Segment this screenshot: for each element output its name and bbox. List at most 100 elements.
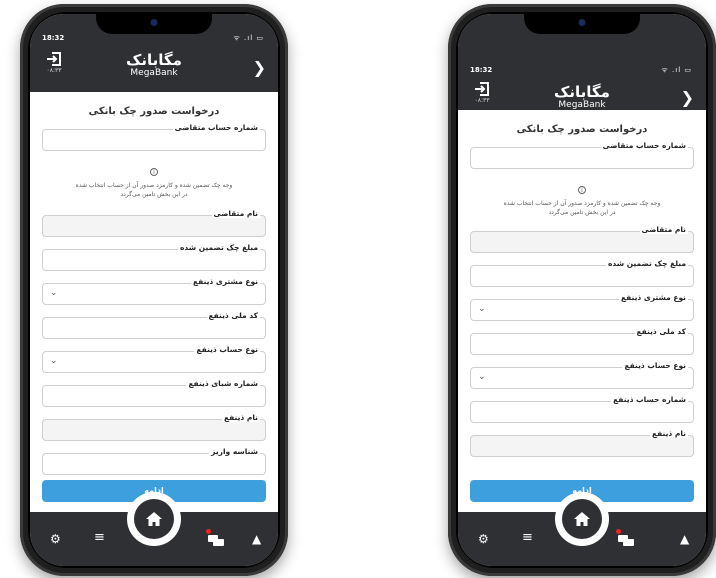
settings-icon[interactable]: ⚙ — [50, 532, 61, 546]
beneficiary-name-input — [42, 419, 266, 441]
field-label: کد ملی ذینفع — [206, 311, 260, 320]
settings-icon[interactable]: ⚙ — [478, 532, 489, 546]
status-time: 18:32 — [42, 34, 65, 42]
page-title: درخواست صدور چک بانکی — [88, 106, 220, 117]
info-note: i وجه چک تضمین شده و کارمزد صدور آن از ح… — [42, 159, 266, 199]
home-icon — [146, 512, 162, 526]
chevron-down-icon: ⌄ — [478, 372, 486, 382]
support-icon[interactable]: ▲ — [252, 532, 261, 546]
back-button[interactable]: ❯ — [681, 88, 694, 107]
field-label: شناسه واریز — [209, 447, 260, 456]
national-code-input[interactable] — [470, 333, 694, 355]
phone-bezel: 18:32 ᯤ .ıl ▭ ۰۸:۳۳ مگابانک MegaBank ❯ د… — [456, 12, 708, 568]
camera-icon — [578, 19, 586, 26]
applicant-name-input — [470, 231, 694, 253]
chevron-down-icon: ⌄ — [50, 356, 58, 366]
info-icon: i — [578, 186, 586, 194]
beneficiary-account-type-select[interactable]: ⌄ — [470, 367, 694, 389]
field-label: مبلغ چک تضمین شده — [606, 259, 688, 268]
field-label: شماره شبای ذینفع — [186, 379, 260, 388]
info-text-1: وجه چک تضمین شده و کارمزد صدور آن از حسا… — [75, 182, 233, 189]
home-button[interactable] — [134, 499, 174, 539]
field-label: شماره حساب متقاضی — [600, 141, 688, 150]
camera-icon — [150, 19, 158, 26]
support-icon[interactable]: ▲ — [680, 532, 689, 546]
beneficiary-type-field[interactable]: نوع مشتری ذینفع ⌄ — [470, 293, 694, 321]
field-label: نام ذینفع — [650, 429, 688, 438]
applicant-name-field[interactable]: نام متقاضی — [470, 225, 694, 253]
beneficiary-name-field[interactable]: نام ذینفع — [470, 429, 694, 457]
menu-icon[interactable]: ≡ — [94, 530, 105, 545]
field-label: نام ذینفع — [222, 413, 260, 422]
messages-icon[interactable] — [618, 532, 634, 551]
field-label: نوع مشتری ذینفع — [191, 277, 260, 286]
menu-icon[interactable]: ≡ — [522, 530, 533, 545]
home-button[interactable] — [562, 499, 602, 539]
field-label: کد ملی ذینفع — [634, 327, 688, 336]
chevron-down-icon: ⌄ — [478, 304, 486, 314]
beneficiary-account-field[interactable]: شماره حساب ذینفع — [470, 395, 694, 423]
amount-field[interactable]: مبلغ چک تضمین شده — [42, 243, 266, 271]
info-text-2: در این بخش تامین می‌گردد — [548, 209, 616, 216]
notification-badge — [206, 529, 211, 534]
brand-name-en: MegaBank — [558, 100, 606, 110]
deposit-id-field[interactable]: شناسه واریز — [42, 447, 266, 475]
info-text-2: در این بخش تامین می‌گردد — [120, 191, 188, 198]
deposit-id-input[interactable] — [42, 453, 266, 475]
brand-logo: مگابانک MegaBank — [458, 84, 706, 110]
applicant-account-input[interactable] — [42, 129, 266, 151]
app-screen: 18:32 ᯤ .ıl ▭ ۰۸:۳۳ مگابانک MegaBank ❯ د… — [458, 14, 706, 566]
info-icon: i — [150, 168, 158, 176]
amount-input[interactable] — [42, 249, 266, 271]
brand-name-fa: مگابانک — [126, 51, 182, 69]
chevron-right-icon: ❯ — [680, 88, 694, 107]
field-label: نوع حساب ذینفع — [194, 345, 260, 354]
beneficiary-account-type-field[interactable]: نوع حساب ذینفع ⌄ — [42, 345, 266, 373]
page-title: درخواست صدور چک بانکی — [516, 124, 648, 135]
applicant-account-input[interactable] — [470, 147, 694, 169]
back-button[interactable]: ❯ — [253, 58, 266, 77]
applicant-account-field[interactable]: شماره حساب متقاضی — [470, 141, 694, 169]
form-content: درخواست صدور چک بانکی شماره حساب متقاضی … — [458, 110, 706, 512]
field-label: نوع مشتری ذینفع — [619, 293, 688, 302]
applicant-name-field[interactable]: نام متقاضی — [42, 209, 266, 237]
info-text-1: وجه چک تضمین شده و کارمزد صدور آن از حسا… — [503, 200, 661, 207]
national-code-input[interactable] — [42, 317, 266, 339]
national-code-field[interactable]: کد ملی ذینفع — [470, 327, 694, 355]
brand-logo: مگابانک MegaBank — [30, 52, 278, 78]
beneficiary-type-select[interactable]: ⌄ — [470, 299, 694, 321]
field-label: شماره حساب متقاضی — [172, 123, 260, 132]
app-screen: 18:32 ᯤ .ıl ▭ ۰۸:۳۳ مگابانک MegaBank ❯ د… — [30, 14, 278, 566]
home-icon — [574, 512, 590, 526]
brand-name-en: MegaBank — [130, 68, 178, 78]
form-content: درخواست صدور چک بانکی شماره حساب متقاضی … — [30, 92, 278, 512]
chevron-right-icon: ❯ — [252, 58, 266, 77]
beneficiary-account-type-select[interactable]: ⌄ — [42, 351, 266, 373]
notification-badge — [616, 529, 621, 534]
beneficiary-type-field[interactable]: نوع مشتری ذینفع ⌄ — [42, 277, 266, 305]
status-time: 18:32 — [470, 66, 493, 74]
beneficiary-account-type-field[interactable]: نوع حساب ذینفع ⌄ — [470, 361, 694, 389]
applicant-account-field[interactable]: شماره حساب متقاضی — [42, 123, 266, 151]
field-label: مبلغ چک تضمین شده — [178, 243, 260, 252]
chevron-down-icon: ⌄ — [50, 288, 58, 298]
national-code-field[interactable]: کد ملی ذینفع — [42, 311, 266, 339]
field-label: نوع حساب ذینفع — [622, 361, 688, 370]
sheba-field[interactable]: شماره شبای ذینفع — [42, 379, 266, 407]
bottom-nav: ⚙ ≡ ▲ — [458, 492, 706, 566]
applicant-name-input — [42, 215, 266, 237]
beneficiary-type-select[interactable]: ⌄ — [42, 283, 266, 305]
phone-bezel: 18:32 ᯤ .ıl ▭ ۰۸:۳۳ مگابانک MegaBank ❯ د… — [28, 12, 280, 568]
sheba-input[interactable] — [42, 385, 266, 407]
phone-right: 18:32 ᯤ .ıl ▭ ۰۸:۳۳ مگابانک MegaBank ❯ د… — [448, 4, 716, 576]
phone-left: 18:32 ᯤ .ıl ▭ ۰۸:۳۳ مگابانک MegaBank ❯ د… — [20, 4, 288, 576]
beneficiary-account-input[interactable] — [470, 401, 694, 423]
field-label: شماره حساب ذینفع — [611, 395, 688, 404]
status-icons: ᯤ .ıl ▭ — [661, 66, 692, 74]
beneficiary-name-field[interactable]: نام ذینفع — [42, 413, 266, 441]
amount-input[interactable] — [470, 265, 694, 287]
amount-field[interactable]: مبلغ چک تضمین شده — [470, 259, 694, 287]
info-note: i وجه چک تضمین شده و کارمزد صدور آن از ح… — [470, 177, 694, 217]
bottom-nav: ⚙ ≡ ▲ — [30, 492, 278, 566]
messages-icon[interactable] — [208, 532, 224, 551]
